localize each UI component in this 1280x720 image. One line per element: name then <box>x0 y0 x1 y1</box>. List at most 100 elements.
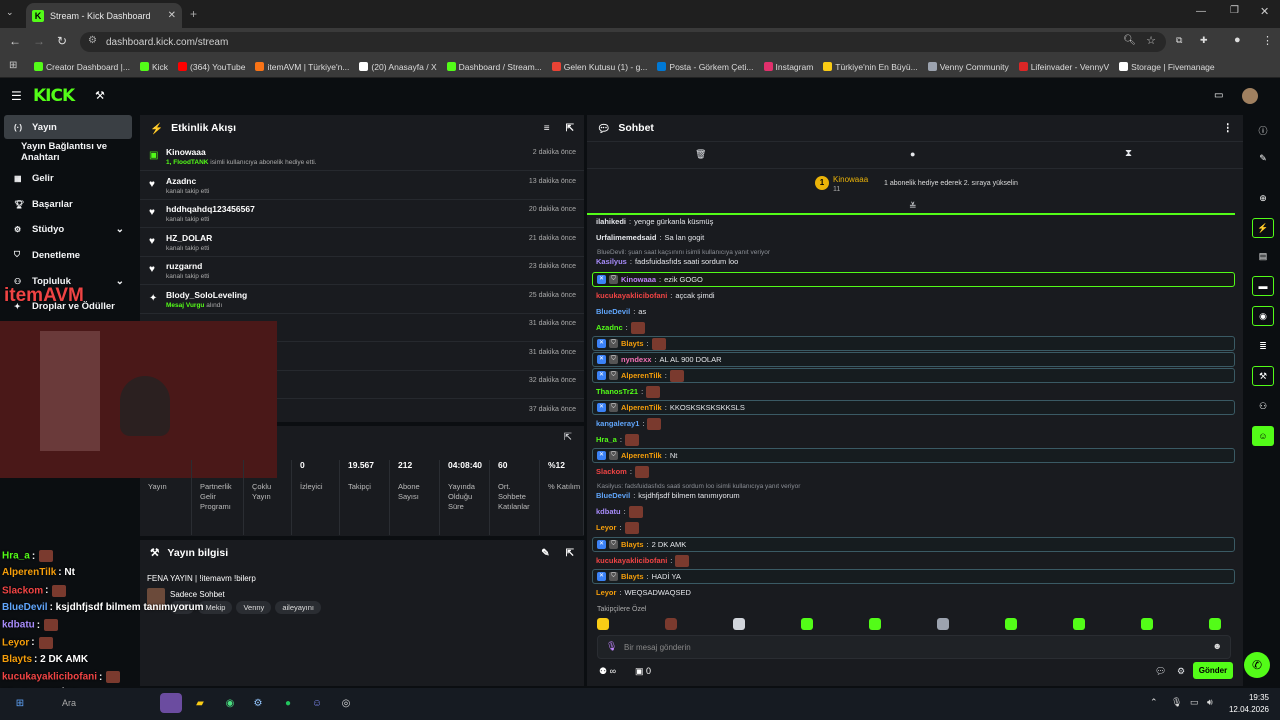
chat-username[interactable]: Blayts <box>621 540 644 549</box>
bookmark-item[interactable]: Türkiye'nin En Büyü... <box>823 62 918 72</box>
wrench-icon[interactable]: ⚒ <box>95 89 105 102</box>
chat-username[interactable]: AlperenTilk <box>621 371 662 380</box>
spotify-icon[interactable]: ● <box>278 693 298 713</box>
chat-message[interactable]: ✕ ⛉ nyndexx: AL AL 900 DOLAR <box>592 352 1235 367</box>
chat-settings-bubble-icon[interactable]: 💬︎ <box>1155 666 1166 677</box>
chat-username[interactable]: kucukayaklicibofani <box>596 556 667 565</box>
bookmark-item[interactable]: Instagram <box>763 62 813 72</box>
emote-icon[interactable] <box>801 618 813 630</box>
sidebar-item-6[interactable]: ⚇ Topluluk ⌄ <box>4 269 132 293</box>
chat-message[interactable]: Slackom: <box>592 464 1235 479</box>
reload-icon[interactable]: ↻ <box>57 34 67 48</box>
chat-username[interactable]: kucukayaklicibofani <box>596 291 667 300</box>
emote-icon[interactable] <box>937 618 949 630</box>
puzzle-icon[interactable]: ✚ <box>1200 35 1208 46</box>
tray-chevron-icon[interactable]: ⌃ <box>1150 697 1158 708</box>
sidebar-item-5[interactable]: ⛉ Denetleme <box>4 243 132 267</box>
chat-message[interactable]: ilahikedi: yenge gürkanla küsmüş <box>592 214 1235 229</box>
tab-close-icon[interactable]: ✕ <box>168 10 176 21</box>
stream-tag[interactable]: Venny <box>236 601 272 614</box>
hourglass-icon[interactable]: ⧗ <box>1125 148 1132 159</box>
file-explorer-icon[interactable]: ▰ <box>190 693 210 713</box>
chat-message[interactable]: ✕ ⛉ Blayts:2 DK AMK <box>592 537 1235 552</box>
chat-username[interactable]: AlperenTilk <box>621 451 662 460</box>
clipboard-icon[interactable]: ▤ <box>1252 246 1274 266</box>
mic-tray-icon[interactable]: 🎙︎ <box>1171 697 1182 708</box>
chat-username[interactable]: nyndexx <box>621 355 651 364</box>
start-icon[interactable]: ⊞ <box>10 693 30 713</box>
bookmark-item[interactable]: Venny Community <box>927 62 1009 72</box>
trash-icon[interactable]: 🗑︎ <box>695 149 706 160</box>
sidebar-item-4[interactable]: ⚙ Stüdyo ⌄ <box>4 217 132 241</box>
info-popout-icon[interactable]: ⇱ <box>566 548 574 559</box>
target-icon[interactable]: ⊕ <box>1252 188 1274 208</box>
edit-icon[interactable]: ✎ <box>541 548 549 559</box>
site-info-icon[interactable]: ⚙ <box>88 35 97 46</box>
extension-icon[interactable]: ⧉ <box>1176 35 1182 46</box>
sidebar-item-1[interactable]: Yayın Bağlantısı ve Anahtarı <box>4 140 140 164</box>
chat-username[interactable]: Kinowaaa <box>621 275 656 284</box>
emote-icon[interactable] <box>1005 618 1017 630</box>
bookmark-item[interactable]: Kick <box>139 62 168 72</box>
send-button[interactable]: Gönder <box>1193 662 1233 679</box>
chat-username[interactable]: Hra_a <box>596 435 617 444</box>
kick-logo[interactable]: KICK <box>33 86 75 106</box>
stats-popout-icon[interactable]: ⇱ <box>564 432 572 443</box>
chat-username[interactable]: Blayts <box>621 339 644 348</box>
chat-input[interactable]: 🎙︎ Bir mesaj gönderin ☻ <box>597 635 1231 659</box>
sidebar-item-0[interactable]: (·) Yayın <box>4 115 132 139</box>
chat-message[interactable]: Leyor: <box>592 520 1235 535</box>
mic-icon[interactable]: 🎙︎ <box>606 641 617 652</box>
chat-mode-icon[interactable]: ● <box>910 149 915 159</box>
maximize-icon[interactable]: ❐ <box>1230 5 1239 16</box>
chat-message[interactable]: Kasilyus: fadsfuidasfıds saati sordum loo <box>592 254 1235 269</box>
bookmark-item[interactable]: (364) YouTube <box>178 62 245 72</box>
chat-message[interactable]: Leyor: WEQSADWAQSED <box>592 585 1235 600</box>
pencil-icon[interactable]: ✎ <box>1252 148 1274 168</box>
info-icon[interactable]: ⓘ <box>1252 120 1274 140</box>
zoom-icon[interactable]: 🔍︎ <box>1123 35 1136 46</box>
activity-row[interactable]: ♥ Azadnc kanalı takip etti 13 dakika önce <box>140 172 584 200</box>
bookmark-item[interactable]: Creator Dashboard |... <box>34 62 130 72</box>
chat-username[interactable]: BlueDevil <box>596 491 630 500</box>
activity-row[interactable]: ✦ Blody_SoloLeveling Mesaj Vurgu alındı 25 … <box>140 286 584 314</box>
emote-icon[interactable] <box>1141 618 1153 630</box>
chat-message[interactable]: ThanosTr21: <box>592 384 1235 399</box>
sidebar-item-2[interactable]: ▦ Gelir <box>4 166 132 190</box>
chat-username[interactable]: BlueDevil <box>596 307 630 316</box>
url-field[interactable]: ⚙ dashboard.kick.com/stream 🔍︎ ☆ <box>80 32 1166 52</box>
chat-message[interactable]: BlueDevil: as <box>592 304 1235 319</box>
support-chat-button[interactable]: ✆ <box>1244 652 1270 678</box>
bookmark-star-icon[interactable]: ☆ <box>1146 34 1156 47</box>
minimize-icon[interactable]: — <box>1196 6 1206 17</box>
chat-username[interactable]: Urfalimemedsaid <box>596 233 656 242</box>
network-icon[interactable]: ▭ <box>1190 697 1199 708</box>
emote-icon[interactable] <box>597 618 609 630</box>
chat-message[interactable]: kdbatu: <box>592 504 1235 519</box>
menu-icon[interactable]: ⋮ <box>1262 34 1273 47</box>
tools-rail-icon[interactable]: ⚒ <box>1252 366 1274 386</box>
chat-message[interactable]: ✕ ⛉ Kinowaaa: ezik GOGO <box>592 272 1235 287</box>
window-close-icon[interactable]: ✕ <box>1260 5 1269 18</box>
chat-message[interactable]: Azadnc: <box>592 320 1235 335</box>
chat-username[interactable]: ThanosTr21 <box>596 387 638 396</box>
chat-message[interactable]: kangaleray1: <box>592 416 1235 431</box>
new-tab-icon[interactable]: + <box>190 7 197 21</box>
chat-message[interactable]: ✕ ⛉ Blayts: <box>592 336 1235 351</box>
chat-message[interactable]: Hra_a: <box>592 432 1235 447</box>
bookmark-item[interactable]: Lifeinvader - VennyV <box>1018 62 1109 72</box>
chat-gear-icon[interactable]: ⚙ <box>1177 666 1185 677</box>
bookmark-item[interactable]: Posta - Görkem Çeti... <box>657 62 754 72</box>
chat-more-icon[interactable]: ⋮ <box>1223 122 1234 134</box>
chat-rail-icon[interactable]: ▬ <box>1252 276 1274 296</box>
lightning-icon[interactable]: ⚡ <box>1252 218 1274 238</box>
activity-row[interactable]: ▣ Kinowaaa 1, FloodTANK isimli kullanıcıya… <box>140 143 584 171</box>
chat-username[interactable]: kangaleray1 <box>596 419 639 428</box>
layers-icon[interactable]: ≣ <box>1252 336 1274 356</box>
bookmark-item[interactable]: Storage | Fivemanage <box>1119 62 1215 72</box>
chat-message[interactable]: ✕ ⛉ AlperenTilk: <box>592 368 1235 383</box>
profile-icon[interactable]: ● <box>1234 34 1241 46</box>
chat-message[interactable]: kucukayaklicibofani: <box>592 553 1235 568</box>
emoji-icon[interactable]: ☻ <box>1213 641 1222 651</box>
chrome-icon[interactable]: ◉ <box>220 693 240 713</box>
